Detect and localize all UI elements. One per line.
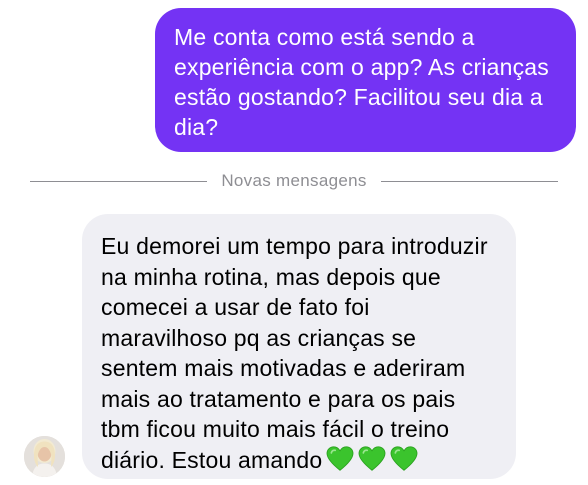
incoming-message-line: comecei a usar de fato foi xyxy=(101,294,370,320)
outgoing-message-line: experiência com o app? As crianças xyxy=(174,54,550,80)
hearts-emoji-group xyxy=(326,445,422,480)
new-messages-divider: Novas mensagens xyxy=(30,167,558,195)
incoming-message-line: Eu demorei um tempo para introduzir xyxy=(101,233,488,259)
sender-avatar[interactable] xyxy=(24,436,65,477)
incoming-message-line: maravilhoso pq as crianças se xyxy=(101,324,417,351)
incoming-message-last-line: diário. Estou amando xyxy=(101,445,498,480)
user-avatar-photo-icon xyxy=(24,436,65,477)
outgoing-message-line: estão gostando? Facilitou seu dia a xyxy=(174,84,543,110)
incoming-message-line: diário. Estou amando xyxy=(101,446,323,473)
divider-line-right xyxy=(380,180,558,182)
incoming-message-line: mais ao tratamento e para os pais xyxy=(101,385,456,412)
green-heart-icon xyxy=(326,445,354,471)
green-heart-icon xyxy=(358,445,386,471)
divider-line-left xyxy=(30,180,208,182)
outgoing-message-bubble[interactable]: Me conta como está sendo a experiência c… xyxy=(155,8,576,152)
new-messages-label: Novas mensagens xyxy=(221,171,367,190)
incoming-message-line: sentem mais motivadas e aderiram xyxy=(101,355,466,381)
incoming-message-bubble[interactable]: Eu demorei um tempo para introduzir na m… xyxy=(82,214,516,479)
incoming-message-line: na minha rotina, mas depois que xyxy=(101,263,441,290)
outgoing-message-line: dia? xyxy=(174,114,219,140)
incoming-message-line: tbm ficou muito mais fácil o treino xyxy=(101,416,450,442)
green-heart-icon xyxy=(390,445,418,471)
outgoing-message-line: Me conta como está sendo a xyxy=(174,24,475,50)
chat-thread: Me conta como está sendo a experiência c… xyxy=(0,0,588,485)
